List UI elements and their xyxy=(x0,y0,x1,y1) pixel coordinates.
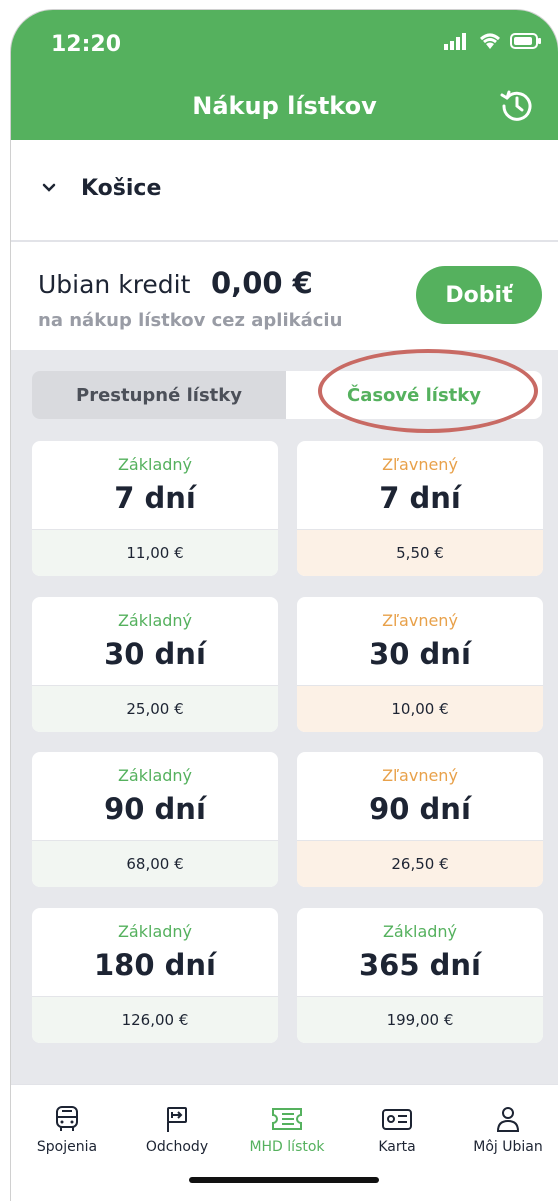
ticket-duration: 30 dní xyxy=(369,637,471,671)
tab-transfer-tickets[interactable]: Prestupné lístky xyxy=(32,371,286,419)
ticket-price: 10,00 € xyxy=(297,685,543,732)
ticket-duration: 90 dní xyxy=(104,792,206,826)
ticket-price: 5,50 € xyxy=(297,529,543,576)
ticket-duration: 7 dní xyxy=(114,481,196,515)
status-time: 12:20 xyxy=(51,32,122,57)
nav-item-karta[interactable]: Karta xyxy=(347,1105,447,1155)
ticket-duration: 365 dní xyxy=(359,948,481,982)
credit-subtitle: na nákup lístkov cez aplikáciu xyxy=(38,310,343,331)
credit-label: Ubian kredit xyxy=(38,270,191,299)
ticket-duration: 180 dní xyxy=(94,948,216,982)
nav-item-moj-ubian[interactable]: Môj Ubian xyxy=(458,1105,558,1155)
ticket-icon xyxy=(272,1108,302,1130)
departures-sign-icon xyxy=(167,1107,187,1132)
nav-label: Karta xyxy=(378,1139,416,1155)
ticket-type: Základný xyxy=(382,922,458,941)
history-button[interactable] xyxy=(497,86,537,126)
battery-icon xyxy=(510,33,541,49)
page-title: Nákup lístkov xyxy=(192,92,377,120)
ticket-duration: 30 dní xyxy=(104,637,206,671)
ticket-price: 25,00 € xyxy=(32,685,278,732)
ticket-type: Zľavnený xyxy=(382,611,458,630)
bus-icon xyxy=(56,1106,78,1131)
ticket-tabs: Prestupné lístky Časové lístky xyxy=(32,371,542,419)
app-header: 12:20 Nákup lístkov xyxy=(11,10,558,140)
credit-section: Ubian kredit 0,00 € na nákup lístkov cez… xyxy=(11,242,558,350)
city-selector[interactable]: Košice xyxy=(11,140,558,242)
wifi-icon xyxy=(480,33,500,49)
ticket-card[interactable]: Zľavnený 90 dní 26,50 € xyxy=(297,752,543,887)
ticket-type: Základný xyxy=(117,922,193,941)
ticket-type: Zľavnený xyxy=(382,766,458,785)
ticket-price: 26,50 € xyxy=(297,840,543,887)
history-clock-icon xyxy=(500,90,532,121)
nav-item-spojenia[interactable]: Spojenia xyxy=(17,1105,117,1155)
nav-label: Spojenia xyxy=(36,1139,98,1155)
ticket-card[interactable]: Základný 180 dní 126,00 € xyxy=(32,908,278,1043)
ticket-type: Zľavnený xyxy=(382,455,458,474)
ticket-type: Základný xyxy=(117,455,193,474)
signal-icon xyxy=(444,33,466,50)
ticket-type: Základný xyxy=(117,766,193,785)
ticket-card[interactable]: Základný 30 dní 25,00 € xyxy=(32,597,278,732)
chevron-down-icon xyxy=(42,183,56,192)
phone-screen: 12:20 Nákup lístkov Košice Ubian kredit … xyxy=(11,10,558,1201)
tab-time-tickets[interactable]: Časové lístky xyxy=(286,371,542,419)
ticket-duration: 7 dní xyxy=(379,481,461,515)
nav-label: Odchody xyxy=(145,1139,209,1155)
ticket-price: 68,00 € xyxy=(32,840,278,887)
ticket-card[interactable]: Základný 7 dní 11,00 € xyxy=(32,441,278,576)
ticket-card[interactable]: Zľavnený 30 dní 10,00 € xyxy=(297,597,543,732)
user-icon xyxy=(496,1107,520,1132)
card-icon xyxy=(382,1109,412,1130)
topup-button[interactable]: Dobiť xyxy=(416,266,542,324)
ticket-price: 126,00 € xyxy=(32,996,278,1043)
nav-label: MHD lístok xyxy=(249,1139,325,1155)
ticket-price: 199,00 € xyxy=(297,996,543,1043)
ticket-card[interactable]: Základný 90 dní 68,00 € xyxy=(32,752,278,887)
bottom-nav: Spojenia Odchody MHD lístok Karta Môj Ub… xyxy=(11,1084,558,1201)
ticket-card[interactable]: Zľavnený 7 dní 5,50 € xyxy=(297,441,543,576)
city-name: Košice xyxy=(81,176,162,201)
nav-label: Môj Ubian xyxy=(473,1139,543,1155)
home-indicator[interactable] xyxy=(189,1177,379,1183)
ticket-type: Základný xyxy=(117,611,193,630)
status-icons xyxy=(444,32,542,50)
ticket-card[interactable]: Základný 365 dní 199,00 € xyxy=(297,908,543,1043)
nav-item-mhd-listok[interactable]: MHD lístok xyxy=(237,1105,337,1155)
ticket-price: 11,00 € xyxy=(32,529,278,576)
ticket-duration: 90 dní xyxy=(369,792,471,826)
nav-item-odchody[interactable]: Odchody xyxy=(127,1105,227,1155)
credit-amount: 0,00 € xyxy=(211,266,313,300)
